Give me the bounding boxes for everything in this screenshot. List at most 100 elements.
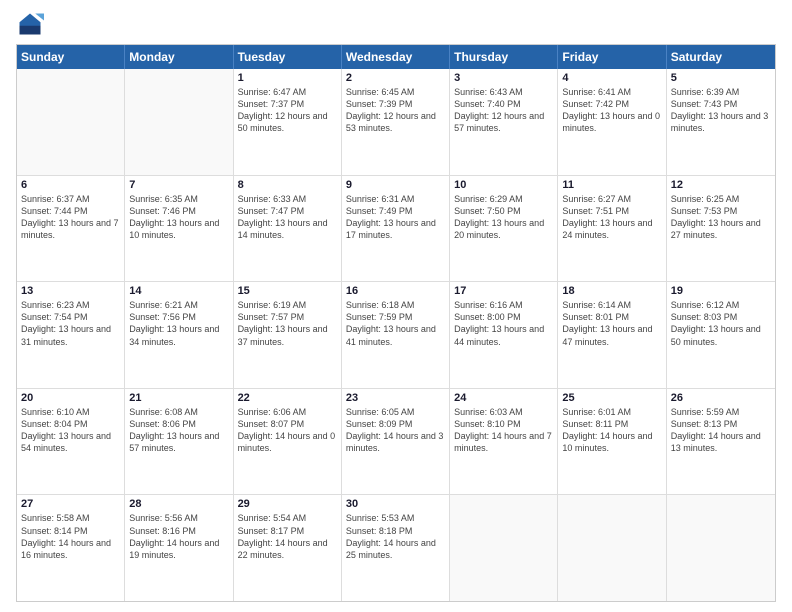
header-day-friday: Friday bbox=[558, 45, 666, 69]
logo bbox=[16, 10, 48, 38]
cell-info: Sunrise: 6:08 AM Sunset: 8:06 PM Dayligh… bbox=[129, 406, 228, 455]
cell-info: Sunrise: 6:33 AM Sunset: 7:47 PM Dayligh… bbox=[238, 193, 337, 242]
cal-cell: 11 Sunrise: 6:27 AM Sunset: 7:51 PM Dayli… bbox=[558, 176, 666, 282]
cal-cell: 21 Sunrise: 6:08 AM Sunset: 8:06 PM Dayli… bbox=[125, 389, 233, 495]
day-number: 17 bbox=[454, 285, 553, 297]
day-number: 12 bbox=[671, 179, 771, 191]
cell-info: Sunrise: 6:31 AM Sunset: 7:49 PM Dayligh… bbox=[346, 193, 445, 242]
header-day-monday: Monday bbox=[125, 45, 233, 69]
day-number: 19 bbox=[671, 285, 771, 297]
cell-info: Sunrise: 6:18 AM Sunset: 7:59 PM Dayligh… bbox=[346, 299, 445, 348]
cell-info: Sunrise: 5:53 AM Sunset: 8:18 PM Dayligh… bbox=[346, 512, 445, 561]
calendar-body: 1 Sunrise: 6:47 AM Sunset: 7:37 PM Daylig… bbox=[17, 69, 775, 601]
cell-info: Sunrise: 6:19 AM Sunset: 7:57 PM Dayligh… bbox=[238, 299, 337, 348]
cell-info: Sunrise: 6:29 AM Sunset: 7:50 PM Dayligh… bbox=[454, 193, 553, 242]
cal-cell bbox=[558, 495, 666, 601]
cal-cell: 24 Sunrise: 6:03 AM Sunset: 8:10 PM Dayli… bbox=[450, 389, 558, 495]
header-day-wednesday: Wednesday bbox=[342, 45, 450, 69]
week-row-3: 20 Sunrise: 6:10 AM Sunset: 8:04 PM Dayli… bbox=[17, 389, 775, 496]
day-number: 4 bbox=[562, 72, 661, 84]
cal-cell bbox=[667, 495, 775, 601]
cal-cell: 8 Sunrise: 6:33 AM Sunset: 7:47 PM Daylig… bbox=[234, 176, 342, 282]
day-number: 6 bbox=[21, 179, 120, 191]
day-number: 16 bbox=[346, 285, 445, 297]
day-number: 21 bbox=[129, 392, 228, 404]
cal-cell: 14 Sunrise: 6:21 AM Sunset: 7:56 PM Dayli… bbox=[125, 282, 233, 388]
header-day-sunday: Sunday bbox=[17, 45, 125, 69]
cal-cell: 13Sunrise: 6:23 AM Sunset: 7:54 PM Dayli… bbox=[17, 282, 125, 388]
week-row-1: 6 Sunrise: 6:37 AM Sunset: 7:44 PM Daylig… bbox=[17, 176, 775, 283]
day-number: 22 bbox=[238, 392, 337, 404]
cell-info: Sunrise: 6:21 AM Sunset: 7:56 PM Dayligh… bbox=[129, 299, 228, 348]
week-row-0: 1 Sunrise: 6:47 AM Sunset: 7:37 PM Daylig… bbox=[17, 69, 775, 176]
cal-cell bbox=[450, 495, 558, 601]
cell-info: Sunrise: 6:37 AM Sunset: 7:44 PM Dayligh… bbox=[21, 193, 120, 242]
day-number: 7 bbox=[129, 179, 228, 191]
cell-info: Sunrise: 5:59 AM Sunset: 8:13 PM Dayligh… bbox=[671, 406, 771, 455]
cal-cell: 15 Sunrise: 6:19 AM Sunset: 7:57 PM Dayli… bbox=[234, 282, 342, 388]
day-number: 30 bbox=[346, 498, 445, 510]
cal-cell: 7 Sunrise: 6:35 AM Sunset: 7:46 PM Daylig… bbox=[125, 176, 233, 282]
week-row-4: 27Sunrise: 5:58 AM Sunset: 8:14 PM Dayli… bbox=[17, 495, 775, 601]
day-number: 26 bbox=[671, 392, 771, 404]
calendar: SundayMondayTuesdayWednesdayThursdayFrid… bbox=[16, 44, 776, 602]
cell-info: Sunrise: 6:41 AM Sunset: 7:42 PM Dayligh… bbox=[562, 86, 661, 135]
cal-cell: 6 Sunrise: 6:37 AM Sunset: 7:44 PM Daylig… bbox=[17, 176, 125, 282]
cell-info: Sunrise: 6:43 AM Sunset: 7:40 PM Dayligh… bbox=[454, 86, 553, 135]
cell-info: Sunrise: 6:06 AM Sunset: 8:07 PM Dayligh… bbox=[238, 406, 337, 455]
cal-cell: 19 Sunrise: 6:12 AM Sunset: 8:03 PM Dayli… bbox=[667, 282, 775, 388]
week-row-2: 13Sunrise: 6:23 AM Sunset: 7:54 PM Dayli… bbox=[17, 282, 775, 389]
day-number: 20 bbox=[21, 392, 120, 404]
day-number: 1 bbox=[238, 72, 337, 84]
day-number: 5 bbox=[671, 72, 771, 84]
cal-cell: 17 Sunrise: 6:16 AM Sunset: 8:00 PM Dayli… bbox=[450, 282, 558, 388]
cal-cell: 1 Sunrise: 6:47 AM Sunset: 7:37 PM Daylig… bbox=[234, 69, 342, 175]
day-number: 28 bbox=[129, 498, 228, 510]
cell-info: Sunrise: 6:05 AM Sunset: 8:09 PM Dayligh… bbox=[346, 406, 445, 455]
cell-info: Sunrise: 5:56 AM Sunset: 8:16 PM Dayligh… bbox=[129, 512, 228, 561]
cell-info: Sunrise: 6:27 AM Sunset: 7:51 PM Dayligh… bbox=[562, 193, 661, 242]
cell-info: Sunrise: 6:45 AM Sunset: 7:39 PM Dayligh… bbox=[346, 86, 445, 135]
cell-info: Sunrise: 6:16 AM Sunset: 8:00 PM Dayligh… bbox=[454, 299, 553, 348]
cal-cell: 4 Sunrise: 6:41 AM Sunset: 7:42 PM Daylig… bbox=[558, 69, 666, 175]
cell-info: Sunrise: 6:35 AM Sunset: 7:46 PM Dayligh… bbox=[129, 193, 228, 242]
cell-info: Sunrise: 6:12 AM Sunset: 8:03 PM Dayligh… bbox=[671, 299, 771, 348]
day-number: 8 bbox=[238, 179, 337, 191]
day-number: 14 bbox=[129, 285, 228, 297]
day-number: 29 bbox=[238, 498, 337, 510]
cell-info: Sunrise: 6:01 AM Sunset: 8:11 PM Dayligh… bbox=[562, 406, 661, 455]
day-number: 24 bbox=[454, 392, 553, 404]
cell-info: Sunrise: 6:10 AM Sunset: 8:04 PM Dayligh… bbox=[21, 406, 120, 455]
cal-cell: 2 Sunrise: 6:45 AM Sunset: 7:39 PM Daylig… bbox=[342, 69, 450, 175]
cal-cell: 26 Sunrise: 5:59 AM Sunset: 8:13 PM Dayli… bbox=[667, 389, 775, 495]
day-number: 2 bbox=[346, 72, 445, 84]
cal-cell: 10 Sunrise: 6:29 AM Sunset: 7:50 PM Dayli… bbox=[450, 176, 558, 282]
cal-cell bbox=[125, 69, 233, 175]
cal-cell: 23 Sunrise: 6:05 AM Sunset: 8:09 PM Dayli… bbox=[342, 389, 450, 495]
day-number: 10 bbox=[454, 179, 553, 191]
cal-cell: 22 Sunrise: 6:06 AM Sunset: 8:07 PM Dayli… bbox=[234, 389, 342, 495]
cell-info: Sunrise: 6:47 AM Sunset: 7:37 PM Dayligh… bbox=[238, 86, 337, 135]
day-number: 13 bbox=[21, 285, 120, 297]
day-number: 15 bbox=[238, 285, 337, 297]
cal-cell: 16 Sunrise: 6:18 AM Sunset: 7:59 PM Dayli… bbox=[342, 282, 450, 388]
cal-cell: 30 Sunrise: 5:53 AM Sunset: 8:18 PM Dayli… bbox=[342, 495, 450, 601]
day-number: 9 bbox=[346, 179, 445, 191]
calendar-header: SundayMondayTuesdayWednesdayThursdayFrid… bbox=[17, 45, 775, 69]
cell-info: Sunrise: 6:03 AM Sunset: 8:10 PM Dayligh… bbox=[454, 406, 553, 455]
header bbox=[16, 10, 776, 38]
day-number: 27 bbox=[21, 498, 120, 510]
day-number: 11 bbox=[562, 179, 661, 191]
cal-cell: 20 Sunrise: 6:10 AM Sunset: 8:04 PM Dayli… bbox=[17, 389, 125, 495]
cal-cell: 29Sunrise: 5:54 AM Sunset: 8:17 PM Dayli… bbox=[234, 495, 342, 601]
page: SundayMondayTuesdayWednesdayThursdayFrid… bbox=[0, 0, 792, 612]
cal-cell: 18Sunrise: 6:14 AM Sunset: 8:01 PM Dayli… bbox=[558, 282, 666, 388]
day-number: 23 bbox=[346, 392, 445, 404]
day-number: 18 bbox=[562, 285, 661, 297]
header-day-thursday: Thursday bbox=[450, 45, 558, 69]
cal-cell: 9 Sunrise: 6:31 AM Sunset: 7:49 PM Daylig… bbox=[342, 176, 450, 282]
cal-cell: 3Sunrise: 6:43 AM Sunset: 7:40 PM Daylig… bbox=[450, 69, 558, 175]
cal-cell: 27Sunrise: 5:58 AM Sunset: 8:14 PM Dayli… bbox=[17, 495, 125, 601]
header-day-tuesday: Tuesday bbox=[234, 45, 342, 69]
cal-cell: 25Sunrise: 6:01 AM Sunset: 8:11 PM Dayli… bbox=[558, 389, 666, 495]
